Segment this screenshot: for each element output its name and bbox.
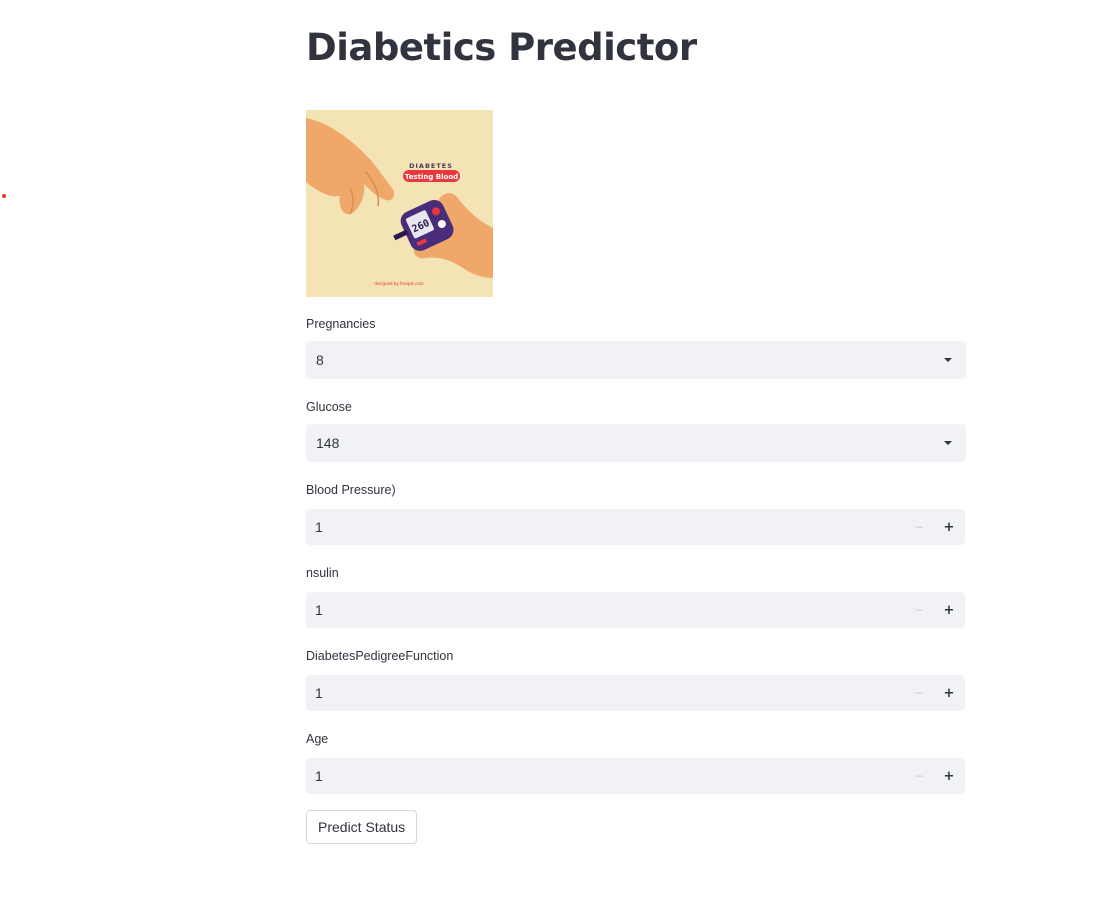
diabetes-illustration: 260 DIABETES Testing Blood designed by f… (306, 110, 493, 297)
insulin-stepper: − + (306, 592, 965, 628)
pregnancies-label: Pregnancies (306, 317, 376, 331)
chevron-down-icon (944, 441, 952, 445)
glucose-field: Glucose 148 (306, 398, 966, 462)
predict-status-button[interactable]: Predict Status (306, 810, 418, 844)
pregnancies-value: 8 (316, 352, 324, 368)
dpf-label: DiabetesPedigreeFunction (306, 649, 454, 663)
blood-pressure-field: Blood Pressure) − + (306, 481, 966, 545)
dpf-stepper: − + (306, 675, 965, 711)
age-field: Age − + (306, 730, 966, 794)
blood-pressure-label: Blood Pressure) (306, 483, 396, 497)
status-dot (2, 194, 6, 198)
blood-pressure-stepper: − + (306, 509, 965, 545)
pregnancies-field: Pregnancies 8 (306, 315, 966, 379)
age-input[interactable] (306, 758, 896, 794)
decrement-button[interactable]: − (904, 675, 934, 711)
pregnancies-select[interactable]: 8 (306, 341, 966, 379)
decrement-button[interactable]: − (904, 592, 934, 628)
illustration-badge: Testing Blood (405, 173, 458, 181)
increment-button[interactable]: + (934, 592, 964, 628)
glucose-label: Glucose (306, 400, 352, 414)
dpf-field: DiabetesPedigreeFunction − + (306, 647, 966, 711)
decrement-button[interactable]: − (904, 509, 934, 545)
decrement-button[interactable]: − (904, 758, 934, 794)
illustration-heading: DIABETES (409, 162, 453, 170)
increment-button[interactable]: + (934, 675, 964, 711)
chevron-down-icon (944, 358, 952, 362)
illustration-credit: designed by freepik.com (374, 281, 423, 286)
blood-pressure-input[interactable] (306, 509, 896, 545)
insulin-input[interactable] (306, 592, 896, 628)
increment-button[interactable]: + (934, 758, 964, 794)
dpf-input[interactable] (306, 675, 896, 711)
glucose-select[interactable]: 148 (306, 424, 966, 462)
increment-button[interactable]: + (934, 509, 964, 545)
glucose-value: 148 (316, 435, 340, 451)
insulin-label: nsulin (306, 566, 339, 580)
age-stepper: − + (306, 758, 965, 794)
insulin-field: nsulin − + (306, 564, 966, 628)
age-label: Age (306, 732, 329, 746)
page-title: Diabetics Predictor (306, 26, 697, 69)
